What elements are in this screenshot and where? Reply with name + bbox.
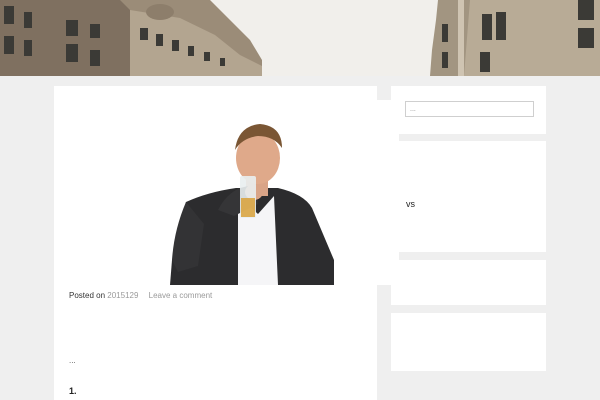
sidebar-widget-empty xyxy=(391,313,546,371)
header-banner-image xyxy=(0,0,600,76)
post-card: Posted on 2015129 Leave a comment ... 1. xyxy=(54,86,399,400)
widget-text: vs xyxy=(406,199,415,209)
post-date-link[interactable]: 2015129 xyxy=(107,291,138,300)
sidebar-widget-text: vs xyxy=(391,141,546,252)
leave-comment-link[interactable]: Leave a comment xyxy=(149,291,213,300)
sidebar-widget-empty xyxy=(391,260,546,305)
search-input[interactable] xyxy=(405,101,534,117)
posted-on-label: Posted on xyxy=(69,291,106,300)
post-excerpt: ... xyxy=(69,356,76,365)
post-meta: Posted on 2015129 Leave a comment xyxy=(69,291,212,300)
search-widget xyxy=(391,86,546,134)
featured-image[interactable] xyxy=(108,100,399,285)
list-number: 1. xyxy=(69,386,77,396)
